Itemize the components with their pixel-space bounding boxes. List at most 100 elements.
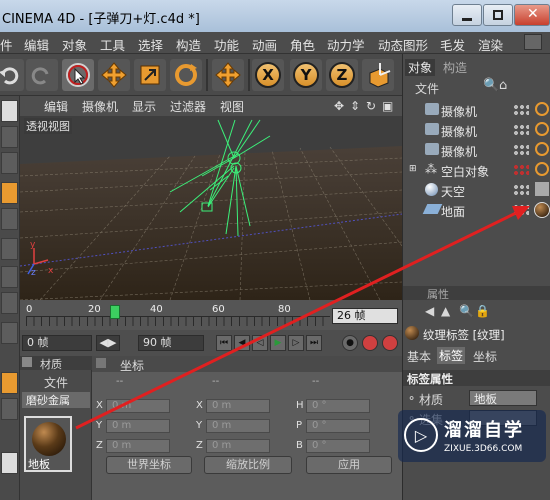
visibility-dots[interactable] bbox=[513, 104, 529, 116]
current-frame-field[interactable]: 26 帧 bbox=[332, 308, 398, 324]
object-row-camera-3[interactable]: 摄像机 bbox=[405, 140, 509, 160]
select-tool-button[interactable] bbox=[62, 59, 94, 91]
prev-key-button[interactable]: ◀ bbox=[234, 335, 250, 351]
next-frame-button[interactable]: ▷ bbox=[288, 335, 304, 351]
menu-hair[interactable]: 毛发 bbox=[440, 35, 465, 54]
search-icon[interactable]: 🔍 bbox=[483, 78, 499, 93]
prev-frame-button[interactable]: ◁ bbox=[252, 335, 268, 351]
rot-p-field[interactable]: 0 ° bbox=[306, 419, 370, 433]
timeline-playhead[interactable] bbox=[110, 305, 120, 319]
close-button[interactable]: ✕ bbox=[514, 4, 550, 26]
menu-construct[interactable]: 构造 bbox=[176, 35, 201, 54]
tab-tag[interactable]: 标签 bbox=[437, 347, 466, 364]
object-row-camera-2[interactable]: 摄像机 bbox=[405, 120, 509, 140]
menu-dynamics[interactable]: 动力学 bbox=[327, 35, 365, 54]
maximize-button[interactable] bbox=[483, 4, 513, 26]
apply-button[interactable]: 应用 bbox=[306, 456, 392, 474]
object-row-camera-1[interactable]: 摄像机 bbox=[405, 100, 509, 120]
layout-button[interactable] bbox=[1, 452, 18, 474]
viewport-menu-edit[interactable]: 编辑 bbox=[44, 98, 68, 115]
pos-x-field[interactable]: 0 m bbox=[106, 399, 170, 413]
tab-coordinates[interactable]: 坐标 bbox=[473, 348, 497, 365]
undo-button[interactable] bbox=[0, 59, 24, 91]
object-row-null[interactable]: ⊞ ⁂ 空白对象 bbox=[405, 160, 509, 180]
x-axis-lock-button[interactable]: X bbox=[252, 59, 284, 91]
camera-tag-icon[interactable] bbox=[535, 102, 549, 116]
expand-icon[interactable]: ⊞ bbox=[409, 164, 417, 174]
viewport-menu-display[interactable]: 显示 bbox=[132, 98, 156, 115]
auto-key-button[interactable] bbox=[362, 335, 378, 351]
camera-tag-icon[interactable] bbox=[535, 122, 549, 136]
preview-range-toggle[interactable]: ◀▶ bbox=[96, 335, 120, 351]
y-axis-lock-button[interactable]: Y bbox=[290, 59, 322, 91]
timeline-ruler[interactable] bbox=[26, 316, 330, 326]
size-x-field[interactable]: 0 m bbox=[206, 399, 270, 413]
points-mode-button[interactable] bbox=[1, 126, 18, 148]
goto-start-button[interactable]: ⏮ bbox=[216, 335, 232, 351]
sculpt-button[interactable] bbox=[1, 398, 18, 420]
material-link-field[interactable]: 地板 bbox=[469, 390, 537, 406]
rotate-tool-button[interactable] bbox=[170, 59, 202, 91]
menu-edit[interactable]: 编辑 bbox=[24, 35, 49, 54]
menu-object[interactable]: 对象 bbox=[62, 35, 87, 54]
snap-button[interactable] bbox=[1, 292, 18, 314]
menu-file[interactable]: 件 bbox=[0, 35, 13, 54]
visibility-dots[interactable] bbox=[513, 124, 529, 136]
menu-character[interactable]: 角色 bbox=[290, 35, 315, 54]
scale-mode-dropdown[interactable]: 缩放比例 bbox=[204, 456, 292, 474]
end-frame-field[interactable]: 90 帧 bbox=[138, 335, 204, 351]
viewport-menu-filter[interactable]: 过滤器 bbox=[170, 98, 206, 115]
timeline[interactable]: 0 20 40 60 80 26 帧 bbox=[20, 300, 402, 330]
model-mode-button[interactable] bbox=[1, 182, 18, 204]
pos-z-field[interactable]: 0 m bbox=[106, 439, 170, 453]
visibility-dots[interactable] bbox=[513, 164, 529, 176]
material-filter[interactable]: 磨砂金属 bbox=[22, 392, 90, 408]
size-y-field[interactable]: 0 m bbox=[206, 419, 270, 433]
object-row-sky[interactable]: 天空 bbox=[405, 180, 509, 200]
play-button[interactable]: ▶ bbox=[270, 335, 286, 351]
goto-end-button[interactable]: ⏭ bbox=[306, 335, 322, 351]
view-mode-button[interactable] bbox=[1, 100, 18, 122]
texture-mode-button[interactable] bbox=[1, 208, 18, 230]
texture-tag-icon[interactable] bbox=[534, 202, 550, 218]
menu-select[interactable]: 选择 bbox=[138, 35, 163, 54]
visibility-dots[interactable] bbox=[513, 184, 529, 196]
viewport-menu-camera[interactable]: 摄像机 bbox=[82, 98, 118, 115]
maximize-view-icon[interactable]: ▣ bbox=[382, 99, 393, 113]
tab-objects[interactable]: 对象 bbox=[405, 59, 436, 76]
last-tool-button[interactable] bbox=[212, 59, 244, 91]
pan-icon[interactable]: ✥ bbox=[334, 99, 344, 113]
material-file-menu[interactable]: 文件 bbox=[44, 374, 68, 391]
size-z-field[interactable]: 0 m bbox=[206, 439, 270, 453]
workplane-button[interactable] bbox=[1, 322, 18, 344]
object-row-floor[interactable]: 地面 bbox=[405, 200, 509, 220]
redo-button[interactable] bbox=[26, 59, 58, 91]
polygon-mode-button[interactable] bbox=[1, 266, 18, 288]
perspective-viewport[interactable]: 透视视图 x y z bbox=[20, 116, 402, 300]
tab-structure[interactable]: 构造 bbox=[443, 59, 467, 76]
null-tag-icon[interactable] bbox=[535, 162, 549, 176]
rotate-view-icon[interactable]: ↻ bbox=[366, 99, 376, 113]
rot-h-field[interactable]: 0 ° bbox=[306, 399, 370, 413]
menu-function[interactable]: 功能 bbox=[214, 35, 239, 54]
tab-basic[interactable]: 基本 bbox=[407, 348, 431, 365]
up-icon[interactable]: ▲ bbox=[441, 304, 450, 318]
coordinate-system-button[interactable] bbox=[362, 59, 394, 91]
objects-file-menu[interactable]: 文件 bbox=[415, 80, 439, 97]
material-thumbnail[interactable]: 地板 bbox=[24, 416, 72, 472]
menu-animation[interactable]: 动画 bbox=[252, 35, 277, 54]
axis-mode-button[interactable] bbox=[1, 238, 18, 260]
menu-tools[interactable]: 工具 bbox=[100, 35, 125, 54]
paint-button[interactable] bbox=[1, 372, 18, 394]
pos-y-field[interactable]: 0 m bbox=[106, 419, 170, 433]
menu-render[interactable]: 渲染 bbox=[478, 35, 503, 54]
visibility-dots[interactable] bbox=[513, 204, 529, 216]
search-icon[interactable]: 🔍 bbox=[459, 304, 474, 318]
back-icon[interactable]: ◀ bbox=[425, 304, 434, 318]
minimize-button[interactable] bbox=[452, 4, 482, 26]
z-axis-lock-button[interactable]: Z bbox=[326, 59, 358, 91]
sky-tag-icon[interactable] bbox=[535, 182, 549, 196]
lock-icon[interactable]: 🔒 bbox=[475, 304, 490, 318]
layout-icon[interactable] bbox=[524, 34, 542, 50]
key-button[interactable] bbox=[382, 335, 398, 351]
